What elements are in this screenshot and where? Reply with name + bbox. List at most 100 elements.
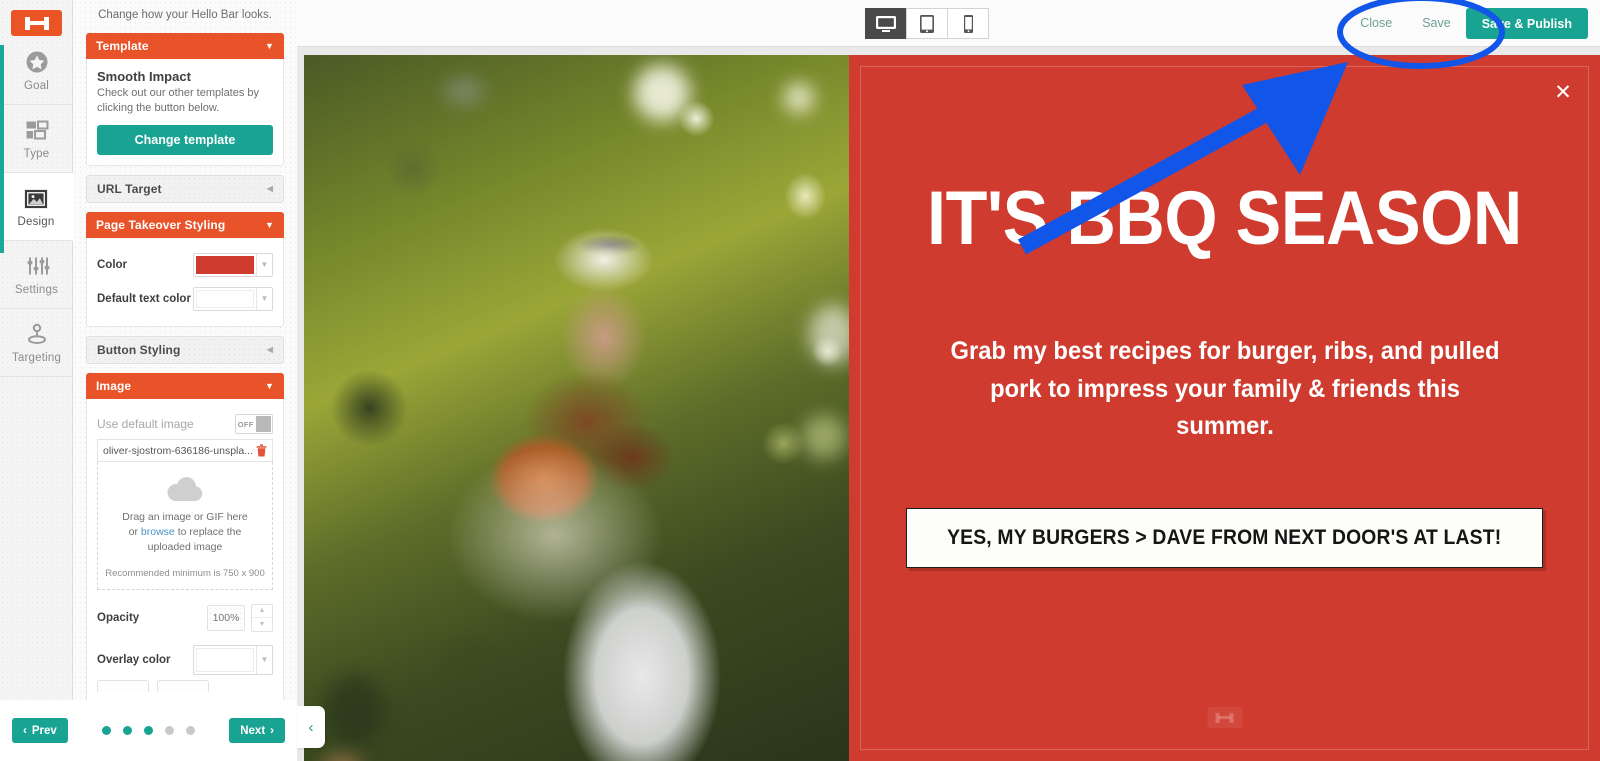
editor-window: Goal Type Design Settings Targeting Chan…	[0, 0, 1600, 761]
dropzone-text: Drag an image or GIF here or browse to r…	[104, 510, 266, 556]
sidebar-item-label: Goal	[23, 80, 50, 92]
step-dot[interactable]	[165, 726, 174, 735]
opacity-stepper[interactable]: ▲ ▼	[251, 603, 273, 632]
dropzone-min-size: Recommended minimum is 750 x 900	[105, 567, 265, 579]
toggle-state-label: OFF	[237, 419, 254, 429]
next-step-button[interactable]: Next ›	[229, 718, 285, 743]
takeover-subheadline: Grab my best recipes for burger, ribs, a…	[949, 337, 1500, 440]
bokeh-highlight	[322, 755, 362, 761]
sidebar-item-goal[interactable]: Goal	[0, 37, 73, 105]
opacity-label: Opacity	[97, 611, 140, 624]
panel-button-styling-header[interactable]: Button Styling ◀	[86, 336, 284, 365]
close-button[interactable]: Close	[1345, 8, 1407, 39]
star-circle-icon	[26, 51, 47, 73]
dropzone-or: or	[128, 526, 138, 539]
page-takeover-preview: ✕ IT'S BBQ SEASON Grab my best recipes f…	[304, 55, 1600, 761]
opacity-row: Opacity 100% ▲ ▼	[97, 596, 273, 640]
step-dot[interactable]	[144, 726, 153, 735]
device-mobile-button[interactable]	[947, 8, 989, 39]
default-text-color-row: Default text color ▼	[97, 282, 273, 316]
chevron-down-icon: ▼	[264, 40, 274, 51]
chevron-left-icon: ‹	[308, 718, 314, 736]
save-button[interactable]: Save	[1407, 8, 1466, 39]
color-picker[interactable]: ▼	[193, 253, 273, 278]
toolbar-actions: Close Save Save & Publish	[1345, 8, 1588, 39]
device-desktop-button[interactable]	[865, 8, 907, 39]
use-default-image-toggle[interactable]: OFF	[235, 414, 273, 435]
step-dot[interactable]	[186, 726, 195, 735]
prev-step-button[interactable]: ‹ Prev	[12, 718, 68, 743]
chevron-up-icon[interactable]: ▲	[252, 605, 272, 619]
panel-page-takeover-styling-header[interactable]: Page Takeover Styling ▼	[86, 212, 284, 239]
chevron-right-icon: ›	[270, 724, 274, 737]
uploaded-file-name: oliver-sjostrom-636186-unspla...	[103, 444, 253, 457]
tablet-icon	[920, 14, 934, 33]
sidebar-caption: Change how your Hello Bar looks.	[98, 9, 272, 21]
device-tablet-button[interactable]	[906, 8, 948, 39]
overlay-color-picker[interactable]: ▼	[193, 644, 273, 675]
image-icon	[24, 189, 48, 209]
bokeh-shadow	[324, 675, 384, 745]
color-swatch	[196, 256, 254, 275]
save-and-publish-button[interactable]: Save & Publish	[1465, 8, 1588, 39]
sidebar-item-targeting[interactable]: Targeting	[0, 309, 73, 377]
hello-bar-logo-button[interactable]	[11, 10, 62, 36]
sliders-icon	[27, 257, 49, 275]
overlay-color-row: Overlay color ▼	[97, 640, 273, 680]
sidebar-item-settings[interactable]: Settings	[0, 241, 73, 309]
step-dots	[68, 726, 229, 735]
browse-link[interactable]: browse	[141, 526, 175, 538]
bokeh-highlight	[802, 415, 846, 459]
panel-image-header[interactable]: Image ▼	[86, 373, 284, 400]
design-settings-sidebar: Change how your Hello Bar looks. Templat…	[73, 0, 297, 700]
takeover-cta-button[interactable]: YES, MY BURGERS > DAVE FROM NEXT DOOR'S …	[906, 507, 1543, 568]
panel-button-styling-title: Button Styling	[97, 343, 181, 358]
step-dot[interactable]	[123, 726, 132, 735]
prev-label: Prev	[31, 724, 57, 737]
chevron-down-icon: ▼	[256, 645, 272, 674]
collapse-sidebar-button[interactable]: ‹	[297, 706, 325, 748]
clipped-field-right[interactable]	[157, 679, 209, 692]
chevron-left-icon: ◀	[266, 345, 273, 355]
device-preview-toggle-group	[865, 8, 989, 39]
panel-image-body: Use default image OFF oliver-sjostrom-63…	[86, 399, 284, 700]
hello-bar-watermark	[1207, 707, 1242, 728]
left-icon-rail: Goal Type Design Settings Targeting	[0, 0, 73, 761]
dropzone-line1: Drag an image or GIF here	[122, 511, 248, 524]
sidebar-footer-nav: ‹ Prev Next ›	[0, 700, 297, 761]
panel-page-takeover-styling-title: Page Takeover Styling	[96, 218, 226, 233]
default-text-color-picker[interactable]: ▼	[193, 287, 273, 312]
chevron-left-icon: ‹	[23, 724, 27, 737]
background-photo	[304, 55, 857, 761]
chevron-down-icon[interactable]: ▼	[252, 618, 272, 631]
sidebar-item-type[interactable]: Type	[0, 105, 73, 173]
hello-bar-logo-icon	[1215, 712, 1234, 723]
clipped-field-left[interactable]	[97, 679, 149, 692]
clipped-controls-row	[97, 679, 273, 692]
preview-stage: ✕ IT'S BBQ SEASON Grab my best recipes f…	[297, 47, 1600, 761]
chevron-down-icon: ▼	[256, 254, 272, 277]
hello-bar-logo-icon	[24, 16, 49, 30]
takeover-panel: ✕ IT'S BBQ SEASON Grab my best recipes f…	[849, 55, 1600, 761]
trash-icon[interactable]	[256, 444, 267, 457]
chevron-left-icon: ◀	[266, 184, 273, 194]
overlay-color-label: Overlay color	[97, 653, 171, 666]
color-label: Color	[97, 259, 128, 272]
chevron-down-icon: ▼	[264, 219, 274, 230]
close-x-icon[interactable]: ✕	[1552, 81, 1574, 103]
panel-template-header[interactable]: Template ▼	[86, 33, 284, 59]
panel-url-target-header[interactable]: URL Target ◀	[86, 175, 284, 204]
bokeh-highlight	[444, 77, 484, 105]
sidebar-item-label: Design	[17, 216, 55, 228]
template-name: Smooth Impact	[97, 69, 191, 84]
opacity-input[interactable]: 100%	[207, 604, 245, 631]
sidebar-item-design[interactable]: Design	[0, 173, 73, 241]
color-row: Color ▼	[97, 248, 273, 282]
change-template-button[interactable]: Change template	[97, 125, 273, 156]
step-dot[interactable]	[102, 726, 111, 735]
step-progress-indicator	[0, 45, 4, 253]
image-dropzone[interactable]: Drag an image or GIF here or browse to r…	[97, 462, 273, 590]
panel-page-takeover-styling-body: Color ▼ Default text color ▼	[86, 238, 284, 328]
uploaded-file-row: oliver-sjostrom-636186-unspla...	[97, 439, 273, 463]
chevron-down-icon: ▼	[264, 380, 274, 391]
